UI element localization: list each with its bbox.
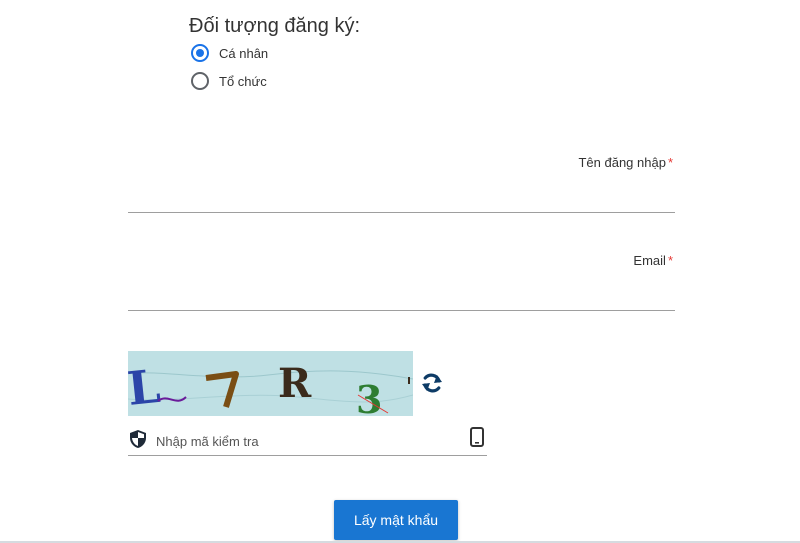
- email-label: Email *: [633, 253, 673, 268]
- svg-text:L: L: [128, 359, 163, 416]
- username-input[interactable]: [128, 182, 675, 213]
- shield-icon: [130, 430, 146, 448]
- captcha-image: L R 3: [125, 351, 414, 422]
- email-field: Email *: [128, 248, 675, 311]
- refresh-glyph: [422, 373, 442, 393]
- captcha-field: [128, 426, 487, 456]
- email-input[interactable]: [128, 280, 675, 311]
- required-mark: *: [667, 253, 673, 268]
- radio-individual-label: Cá nhân: [219, 45, 269, 61]
- get-password-button[interactable]: Lấy mật khẩu: [334, 500, 458, 540]
- required-mark: *: [667, 155, 673, 170]
- username-label: Tên đăng nhập *: [578, 155, 673, 170]
- svg-text:R: R: [278, 360, 312, 407]
- phone-icon[interactable]: [469, 427, 485, 447]
- radio-organization-label: Tổ chức: [219, 73, 267, 89]
- captcha-input[interactable]: [156, 430, 456, 452]
- radio-button-checked[interactable]: [191, 44, 209, 62]
- radio-organization[interactable]: Tổ chức: [191, 72, 267, 90]
- refresh-icon[interactable]: [420, 371, 444, 395]
- registration-type-title: Đối tượng đăng ký:: [189, 15, 361, 37]
- captcha-glyphs: L R 3: [125, 359, 414, 422]
- radio-button-unchecked[interactable]: [191, 72, 209, 90]
- username-field: Tên đăng nhập *: [128, 150, 675, 213]
- radio-individual[interactable]: Cá nhân: [191, 44, 268, 62]
